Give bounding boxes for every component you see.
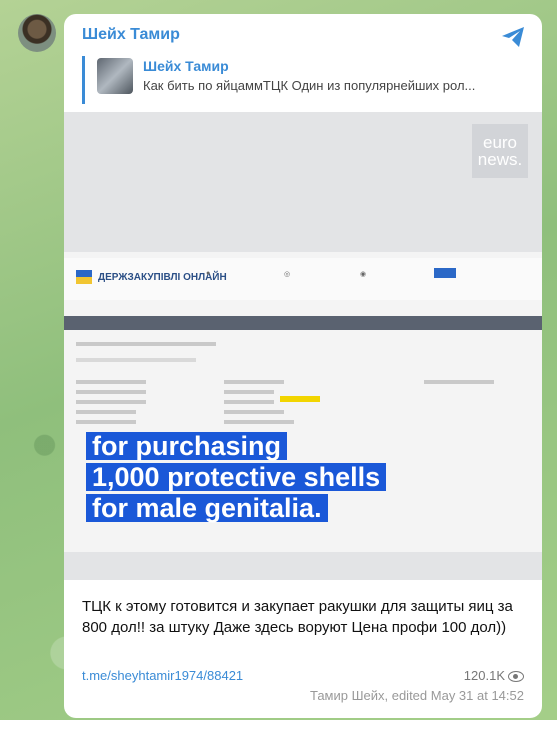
- share-icon[interactable]: [500, 26, 526, 48]
- euronews-logo: euro news.: [472, 124, 528, 178]
- caption-line: 1,000 protective shells: [86, 463, 387, 491]
- site-line: [224, 380, 284, 384]
- view-count: 120.1K: [464, 668, 524, 683]
- site-line: [224, 420, 294, 424]
- site-header: ДЕРЖЗАКУПІВЛІ ОНЛАЙН ● ◎ ◉: [64, 258, 542, 300]
- site-line: [76, 390, 146, 394]
- reply-thumbnail: [97, 58, 133, 94]
- site-line: [76, 380, 146, 384]
- site-logo-mark: [76, 270, 92, 284]
- caption-line: for purchasing: [86, 432, 288, 460]
- view-count-value: 120.1K: [463, 668, 505, 683]
- message-bubble[interactable]: Шейх Тамир Шейх Тамир Как бить по яйцамм…: [64, 14, 542, 718]
- site-row-sub: [76, 358, 196, 362]
- reply-sender-name: Шейх Тамир: [143, 58, 229, 74]
- reply-preview[interactable]: Шейх Тамир Как бить по яйцаммТЦК Один из…: [82, 56, 524, 104]
- site-table-bar: [64, 316, 542, 330]
- site-line: [76, 410, 136, 414]
- site-line: [76, 400, 146, 404]
- sender-avatar[interactable]: [18, 14, 56, 52]
- eye-icon: [508, 671, 524, 683]
- site-row-title: [76, 342, 216, 346]
- site-line: [76, 420, 136, 424]
- site-header-item: ◉: [360, 271, 367, 278]
- message-footer: Тамир Шейх, edited May 31 at 14:52: [309, 688, 524, 703]
- sender-name[interactable]: Шейх Тамир: [82, 26, 180, 44]
- site-highlight: [280, 396, 320, 402]
- site-line: [224, 390, 274, 394]
- message-link[interactable]: t.me/sheyhtamir1974/88421: [82, 668, 243, 683]
- site-header-button: [434, 268, 456, 278]
- site-line: [224, 400, 274, 404]
- video-caption: for purchasing 1,000 protective shells f…: [86, 432, 387, 525]
- site-line: [224, 410, 284, 414]
- video-preview[interactable]: euro news. ДЕРЖЗАКУПІВЛІ ОНЛАЙН ● ◎ ◉ fo…: [64, 112, 542, 580]
- caption-line: for male genitalia.: [86, 494, 328, 522]
- site-header-item: ◎: [284, 271, 291, 278]
- reply-text: Как бить по яйцаммТЦК Один из популярней…: [143, 78, 476, 93]
- site-header-item: ●: [206, 270, 211, 277]
- message-text: ТЦК к этому готовится и закупает ракушки…: [82, 598, 513, 636]
- site-line: [424, 380, 494, 384]
- bottom-strip: [0, 720, 557, 742]
